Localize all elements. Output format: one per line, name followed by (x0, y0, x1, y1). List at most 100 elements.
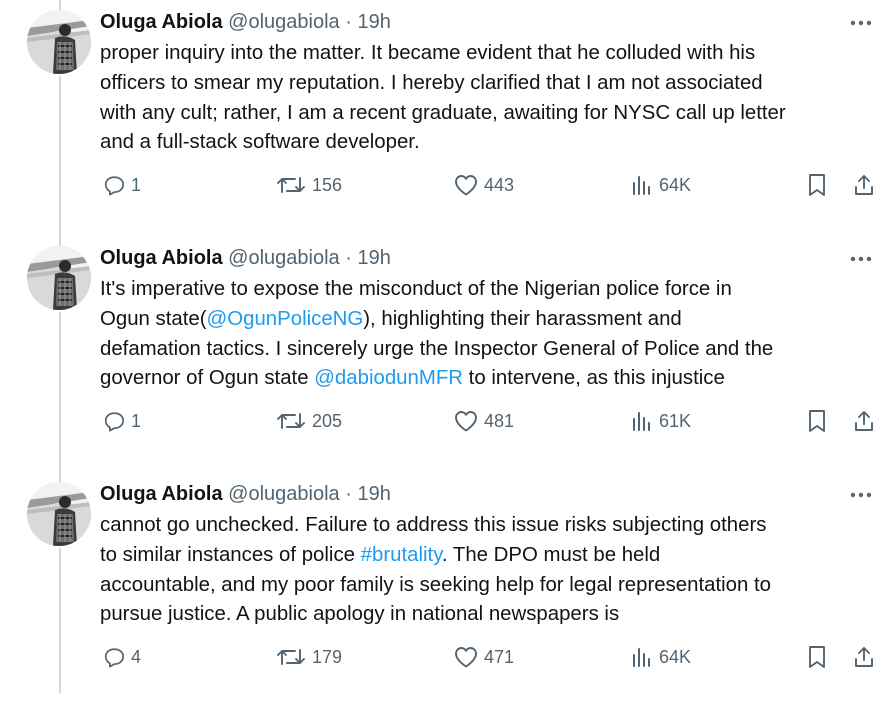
text-segment: governor of Ogun state (100, 367, 315, 390)
text-segment: Ogun state( (100, 307, 207, 330)
tweet-actions: 1 205 481 61K (100, 406, 885, 436)
heart-icon (455, 175, 477, 196)
tweet-text-line: governor of Ogun state @dabiodunMFR to i… (100, 364, 885, 394)
tweet-text-line: and a full-stack software developer. (100, 131, 420, 154)
like-button[interactable]: 471 (454, 642, 514, 672)
separator-dot: · (345, 247, 352, 269)
views-button[interactable]: 61K (631, 406, 691, 436)
tweet-text: proper inquiry into the matter. It becam… (100, 39, 885, 158)
reply-button[interactable]: 4 (103, 642, 141, 672)
bookmark-icon (809, 646, 825, 668)
reply-count: 4 (131, 646, 142, 667)
tweet-text-line: Ogun state(@OgunPoliceNG), highlighting … (100, 305, 885, 335)
tweet-text-line: officers to smear my reputation. I hereb… (100, 71, 763, 94)
like-count: 443 (484, 174, 515, 195)
share-button[interactable] (852, 406, 876, 436)
tweet-text-line: with any cult; rather, I am a recent gra… (100, 101, 786, 124)
author-handle[interactable]: @olugabiola (228, 11, 340, 33)
author-handle[interactable]: @olugabiola (228, 247, 340, 269)
repost-button[interactable]: 205 (276, 406, 342, 436)
reply-bubble-icon (104, 648, 125, 668)
tweet-text-line: defamation tactics. I sincerely urge the… (100, 337, 774, 360)
bookmark-icon (809, 410, 825, 432)
views-count: 64K (659, 646, 692, 667)
mention-link[interactable]: @OgunPoliceNG (207, 308, 364, 330)
repost-button[interactable]: 156 (276, 170, 342, 200)
repost-icon (277, 413, 305, 429)
avatar[interactable] (27, 10, 91, 74)
tweet[interactable]: Oluga Abiola @olugabiola · 19h It's impe… (0, 236, 895, 472)
share-upload-icon (855, 175, 873, 195)
timestamp[interactable]: 19h (357, 483, 390, 505)
more-dots-icon (850, 256, 872, 262)
reply-count: 1 (131, 174, 142, 195)
reply-count: 1 (131, 410, 142, 431)
share-button[interactable] (852, 642, 876, 672)
tweet-text-line: pursue justice. A public apology in nati… (100, 603, 620, 626)
heart-icon (455, 647, 477, 668)
repost-count: 205 (312, 410, 343, 431)
tweet-header: Oluga Abiola @olugabiola · 19h (100, 481, 391, 507)
text-segment: . The DPO must be held (441, 543, 661, 566)
tweet-text-line: to similar instances of police #brutalit… (100, 541, 885, 571)
more-dots-icon (850, 492, 872, 498)
tweet[interactable]: Oluga Abiola @olugabiola · 19h proper in… (0, 0, 895, 236)
more-options-button[interactable] (847, 482, 875, 508)
avatar[interactable] (27, 246, 91, 310)
like-button[interactable]: 481 (454, 406, 514, 436)
tweet-text-line: proper inquiry into the matter. It becam… (100, 42, 756, 64)
repost-button[interactable]: 179 (276, 642, 342, 672)
repost-icon (277, 649, 305, 665)
text-segment: ), highlighting their harassment and (363, 307, 682, 330)
mention-link[interactable]: @dabiodunMFR (314, 367, 463, 389)
tweet-text: It's imperative to expose the misconduct… (100, 275, 885, 394)
author-handle[interactable]: @olugabiola (228, 483, 340, 505)
views-button[interactable]: 64K (631, 170, 691, 200)
like-button[interactable]: 443 (454, 170, 514, 200)
reply-bubble-icon (104, 412, 125, 432)
more-options-button[interactable] (847, 10, 875, 36)
author-name[interactable]: Oluga Abiola (100, 11, 223, 33)
bookmark-button[interactable] (807, 406, 827, 436)
repost-count: 179 (312, 646, 343, 667)
separator-dot: · (345, 11, 352, 33)
like-count: 471 (484, 646, 515, 667)
timestamp[interactable]: 19h (357, 247, 390, 269)
views-bars-icon (633, 412, 650, 431)
text-segment: to intervene, as this injustice (463, 367, 725, 390)
text-segment: to similar instances of police (100, 543, 361, 566)
bookmark-button[interactable] (807, 170, 827, 200)
share-upload-icon (855, 411, 873, 431)
share-upload-icon (855, 647, 873, 667)
author-name[interactable]: Oluga Abiola (100, 247, 223, 269)
like-count: 481 (484, 410, 515, 431)
share-button[interactable] (852, 170, 876, 200)
repost-count: 156 (312, 174, 343, 195)
tweet-header: Oluga Abiola @olugabiola · 19h (100, 245, 391, 271)
author-name[interactable]: Oluga Abiola (100, 483, 223, 505)
bookmark-button[interactable] (807, 642, 827, 672)
separator-dot: · (345, 483, 352, 505)
tweet-text-line: accountable, and my poor family is seeki… (100, 573, 772, 596)
avatar[interactable] (27, 482, 91, 546)
avatar-photo-icon (27, 10, 91, 74)
reply-button[interactable]: 1 (103, 406, 141, 436)
reply-button[interactable]: 1 (103, 170, 141, 200)
views-button[interactable]: 64K (631, 642, 691, 672)
tweet[interactable]: Oluga Abiola @olugabiola · 19h cannot go… (0, 472, 895, 708)
hashtag-link[interactable]: #brutality (361, 544, 442, 566)
avatar-photo-icon (27, 482, 91, 546)
views-count: 64K (659, 174, 692, 195)
avatar-photo-icon (27, 246, 91, 310)
tweet-actions: 1 156 443 64K (100, 170, 885, 200)
heart-icon (455, 411, 477, 432)
tweet-actions: 4 179 471 64K (100, 642, 885, 672)
repost-icon (277, 177, 305, 193)
more-options-button[interactable] (847, 246, 875, 272)
views-bars-icon (633, 176, 650, 195)
timestamp[interactable]: 19h (357, 11, 390, 33)
more-dots-icon (850, 20, 872, 26)
tweet-text: cannot go unchecked. Failure to address … (100, 511, 885, 630)
bookmark-icon (809, 174, 825, 196)
views-bars-icon (633, 648, 650, 667)
